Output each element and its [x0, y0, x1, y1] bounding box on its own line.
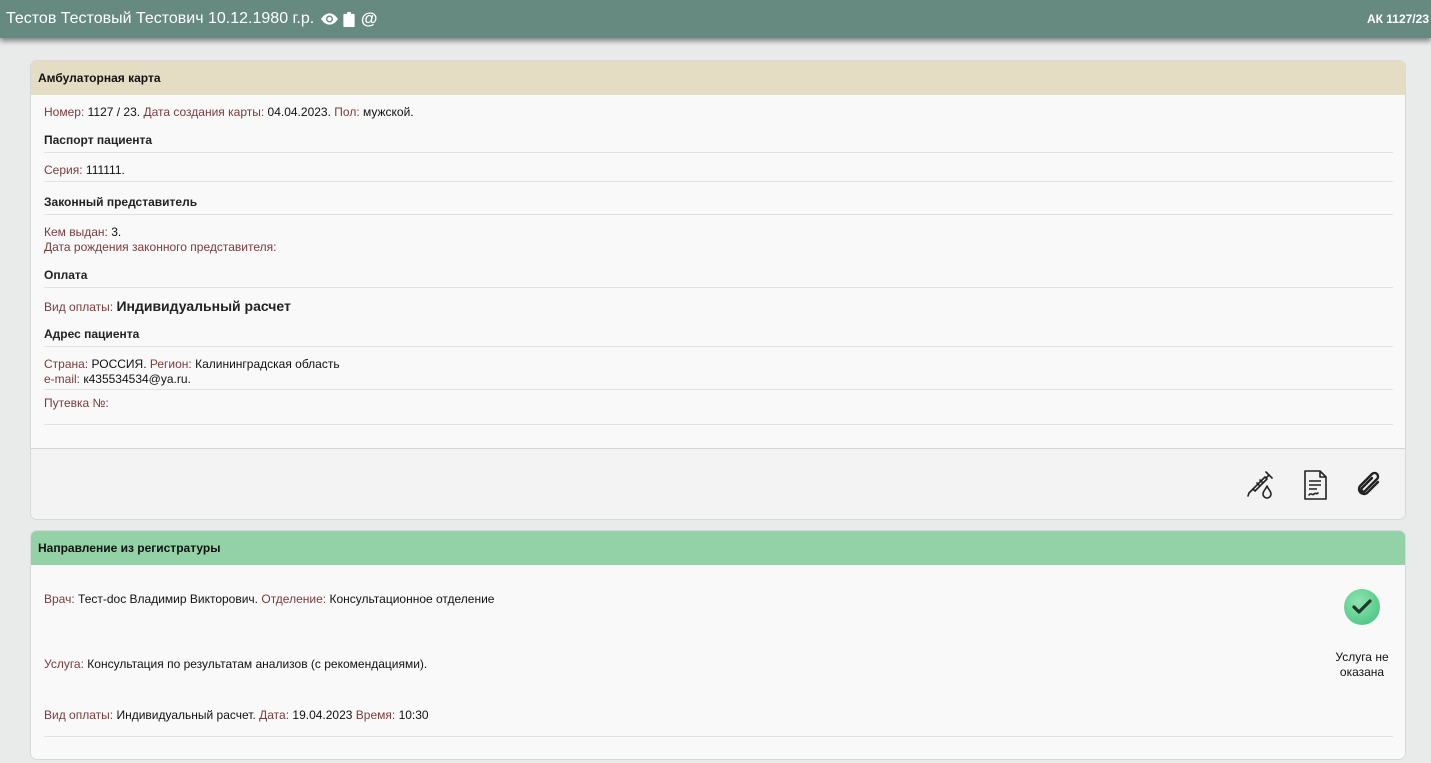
address-section-title: Адрес пациента [44, 327, 1393, 347]
payment-date-line: Вид оплаты: Индивидуальный расчет. Дата:… [44, 708, 429, 722]
service: Консультация по результатам анализов (с … [87, 657, 428, 671]
card-footer [31, 448, 1405, 519]
card-created-date: 04.04.2023. [267, 105, 331, 119]
payment-type: Индивидуальный расчет. [116, 708, 256, 722]
doctor-name: Тест-doc Владимир Викторович. [78, 592, 259, 606]
department: Консультационное отделение [329, 592, 495, 606]
divider [44, 389, 1393, 390]
email: к435534534@ya.ru. [83, 372, 191, 386]
passport-series: 111111. [85, 163, 125, 177]
check-icon[interactable] [1344, 589, 1380, 625]
patient-header: Тестов Тестовый Тестович 10.12.1980 г.р.… [0, 9, 378, 28]
clipboard-icon[interactable] [340, 10, 358, 28]
patient-name: Тестов Тестовый Тестович 10.12.1980 г.р. [6, 10, 315, 27]
service-line: Услуга: Консультация по результатам анал… [44, 657, 428, 671]
divider [44, 424, 1393, 425]
syringe-icon[interactable] [1244, 468, 1278, 502]
appointment-time: 10:30 [398, 708, 429, 722]
service-status: Услуга не оказана [1335, 650, 1389, 679]
referral-card: Направление из регистратуры Врач: Тест-d… [30, 530, 1406, 760]
eye-icon[interactable] [320, 10, 338, 28]
outpatient-card-title: Амбулаторная карта [31, 61, 1405, 95]
representative-birth-line: Дата рождения законного представителя: [44, 240, 277, 254]
outpatient-card: Амбулаторная карта Номер: 1127 / 23. Дат… [30, 60, 1406, 520]
issued-by-line: Кем выдан: 3. [44, 225, 122, 239]
payment-type: Индивидуальный расчет [116, 298, 291, 314]
representative-section-title: Законный представитель [44, 195, 1393, 215]
region: Калининградская область [195, 357, 340, 371]
country: РОССИЯ. [91, 357, 147, 371]
patient-sex: мужской. [363, 105, 414, 119]
top-bar: Тестов Тестовый Тестович 10.12.1980 г.р.… [0, 0, 1431, 38]
appointment-date: 19.04.2023 [292, 708, 353, 722]
referral-card-title: Направление из регистратуры [31, 531, 1405, 565]
paperclip-icon[interactable] [1352, 468, 1386, 502]
email-line: e-mail: к435534534@ya.ru. [44, 372, 191, 386]
doctor-line: Врач: Тест-doc Владимир Викторович. Отде… [44, 592, 495, 606]
card-number: 1127 / 23. [87, 105, 141, 119]
voucher-line: Путевка №: [44, 396, 109, 410]
issued-by: 3. [111, 225, 122, 239]
card-code: АК 1127/23 [1366, 12, 1429, 26]
card-info-line: Номер: 1127 / 23. Дата создания карты: 0… [44, 105, 414, 119]
country-region-line: Страна: РОССИЯ. Регион: Калининградская … [44, 357, 340, 371]
divider [44, 736, 1393, 737]
document-icon[interactable] [1298, 468, 1332, 502]
passport-section-title: Паспорт пациента [44, 133, 1393, 153]
divider [44, 181, 1393, 182]
payment-type-line: Вид оплаты: Индивидуальный расчет [44, 298, 291, 314]
at-icon[interactable]: @ [360, 9, 378, 28]
payment-section-title: Оплата [44, 268, 1393, 288]
passport-series-line: Серия: 111111. [44, 163, 125, 177]
